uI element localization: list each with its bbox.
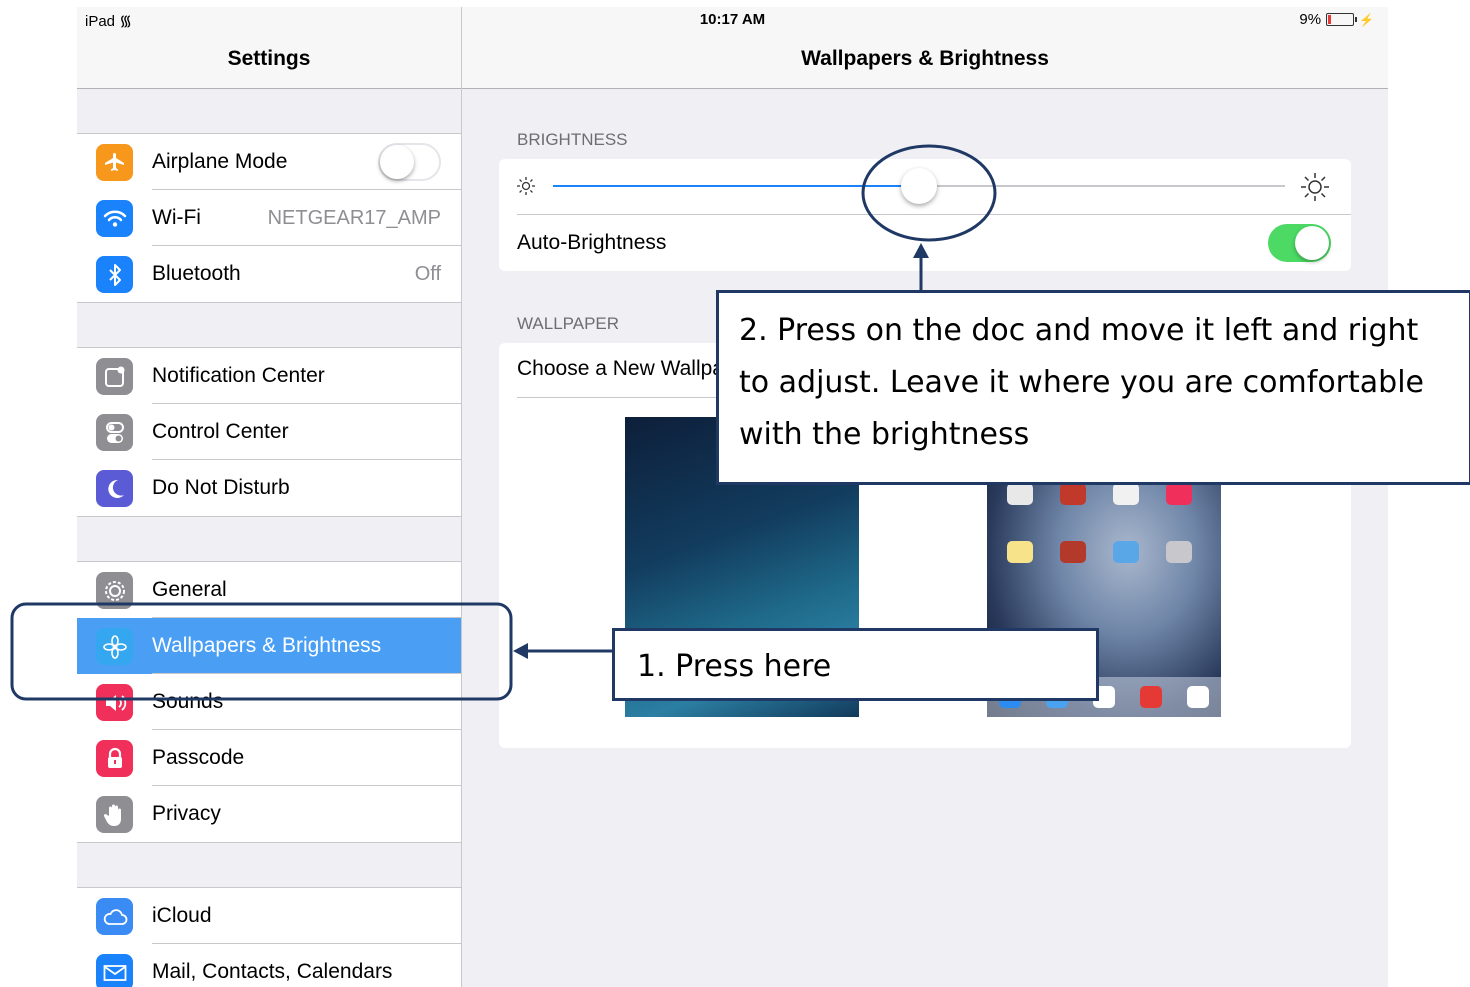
step2-line2: to adjust. Leave it where you are comfor… bbox=[739, 365, 1424, 400]
brightness-highlight-ellipse bbox=[861, 144, 997, 242]
step2-line3: with the brightness bbox=[739, 417, 1030, 452]
step1-callout: 1. Press here bbox=[612, 628, 1099, 701]
step2-arrow-head bbox=[913, 243, 929, 258]
step2-callout: 2. Press on the doc and move it left and… bbox=[716, 290, 1470, 485]
annotation-overlay bbox=[10, 144, 997, 701]
step1-arrow-head bbox=[513, 643, 528, 659]
step1-text: 1. Press here bbox=[637, 649, 832, 684]
menu-highlight-box bbox=[10, 602, 513, 701]
step2-line1: 2. Press on the doc and move it left and… bbox=[739, 313, 1419, 348]
